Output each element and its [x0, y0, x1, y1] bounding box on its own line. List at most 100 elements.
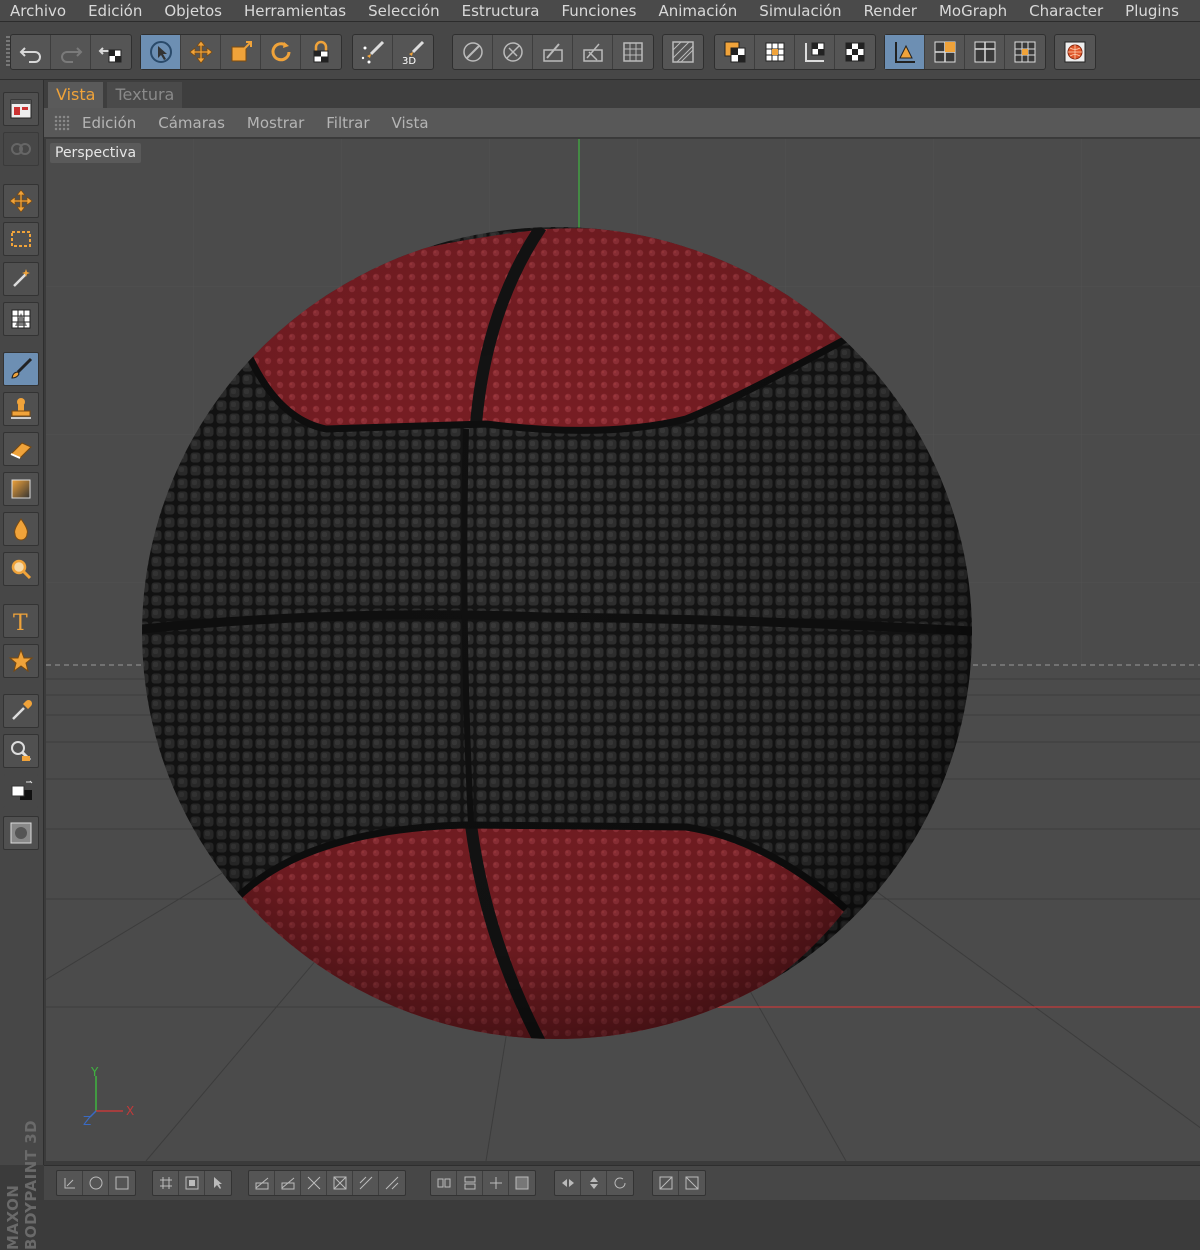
vp-menu-filtrar[interactable]: Filtrar: [326, 114, 369, 132]
flip-h-icon: [561, 1179, 574, 1187]
bottom-tool-3[interactable]: [109, 1171, 135, 1195]
magnifier-button[interactable]: [3, 734, 39, 768]
uv-4-button[interactable]: [573, 35, 613, 69]
eraser-button[interactable]: [3, 432, 39, 466]
move-tool-button[interactable]: [3, 184, 39, 218]
bottom-tool-12[interactable]: [379, 1171, 405, 1195]
bottom-tool-7[interactable]: [249, 1171, 275, 1195]
grid-4-button[interactable]: [925, 35, 965, 69]
undo-icon: [19, 47, 41, 63]
mode-4-button[interactable]: [835, 35, 875, 69]
mode-1-button[interactable]: [715, 35, 755, 69]
menu-item-archivo[interactable]: Archivo: [0, 1, 77, 21]
menu-item-herramientas[interactable]: Herramientas: [233, 1, 357, 21]
menu-item-edicion[interactable]: Edición: [77, 1, 153, 21]
uv-1-button[interactable]: [453, 35, 493, 69]
bottom-tool-9[interactable]: [301, 1171, 327, 1195]
smudge-button[interactable]: [3, 512, 39, 546]
mesh-button[interactable]: [663, 35, 703, 69]
projection-button[interactable]: [885, 35, 925, 69]
live-select-button[interactable]: [141, 35, 181, 69]
mode-3-button[interactable]: [795, 35, 835, 69]
bottom-tool-16[interactable]: [509, 1171, 535, 1195]
mode-2-button[interactable]: [755, 35, 795, 69]
menu-item-animacion[interactable]: Animación: [647, 1, 748, 21]
panel-grip-icon[interactable]: [54, 114, 70, 131]
vp-menu-vista[interactable]: Vista: [392, 114, 429, 132]
bottom-tool-5[interactable]: [179, 1171, 205, 1195]
transform-tool-button[interactable]: [3, 302, 39, 336]
layout-button[interactable]: [3, 92, 39, 126]
menu-item-mograph[interactable]: MoGraph: [928, 1, 1018, 21]
zoom-button[interactable]: [3, 552, 39, 586]
mode-2-icon: [765, 42, 784, 62]
magnifier-icon: [11, 741, 32, 762]
vp-menu-camaras[interactable]: Cámaras: [158, 114, 225, 132]
bottom-tool-8[interactable]: [275, 1171, 301, 1195]
layers-button[interactable]: [3, 132, 39, 166]
eyedropper-button[interactable]: [3, 694, 39, 728]
viewport-camera-label[interactable]: Perspectiva: [50, 143, 142, 163]
vp-menu-mostrar[interactable]: Mostrar: [247, 114, 304, 132]
star-button[interactable]: [3, 644, 39, 678]
grid-split-button[interactable]: [965, 35, 1005, 69]
menu-item-funciones[interactable]: Funciones: [550, 1, 647, 21]
paint-3d-button[interactable]: 3D: [393, 35, 433, 69]
bottom-tool-2[interactable]: [83, 1171, 109, 1195]
bottom-tool-11[interactable]: [353, 1171, 379, 1195]
paint-3d-icon: 3D: [402, 40, 425, 66]
uv-grid-button[interactable]: [613, 35, 653, 69]
menu-item-seleccion[interactable]: Selección: [357, 1, 451, 21]
grid-multi-button[interactable]: [1005, 35, 1045, 69]
move-button[interactable]: [181, 35, 221, 69]
menu-item-character[interactable]: Character: [1018, 1, 1114, 21]
lock-button[interactable]: [301, 35, 341, 69]
undo-view-button[interactable]: [91, 35, 131, 69]
brush-button[interactable]: [3, 352, 39, 386]
bottom-tool-1[interactable]: [57, 1171, 83, 1195]
bottom-tool-18[interactable]: [581, 1171, 607, 1195]
bottom-tool-4[interactable]: [153, 1171, 179, 1195]
3d-viewport[interactable]: Y X Z Perspectiva: [46, 139, 1200, 1161]
brush-icon: [11, 357, 33, 379]
bottom-tool-13[interactable]: [431, 1171, 457, 1195]
menu-item-simulacion[interactable]: Simulación: [748, 1, 852, 21]
bottom-tool-15[interactable]: [483, 1171, 509, 1195]
rect-select-button[interactable]: [3, 222, 39, 256]
bottom-tool-19[interactable]: [607, 1171, 633, 1195]
uv-2-button[interactable]: [493, 35, 533, 69]
bottom-tool-20[interactable]: [653, 1171, 679, 1195]
render-button[interactable]: [1055, 35, 1095, 69]
undo-button[interactable]: [11, 35, 51, 69]
bottom-tool-17[interactable]: [555, 1171, 581, 1195]
bottom-group-5: [554, 1170, 634, 1196]
menu-item-plugins[interactable]: Plugins: [1114, 1, 1190, 21]
tab-vista[interactable]: Vista: [48, 82, 104, 108]
bottom-tool-10[interactable]: [327, 1171, 353, 1195]
uv-3-icon: [542, 43, 563, 62]
redo-button[interactable]: [51, 35, 91, 69]
menu-item-render[interactable]: Render: [853, 1, 928, 21]
fill-icon: [515, 1176, 529, 1190]
tab-textura[interactable]: Textura: [107, 82, 183, 108]
rotate-button[interactable]: [261, 35, 301, 69]
bottom-tool-14[interactable]: [457, 1171, 483, 1195]
gradient-button[interactable]: [3, 472, 39, 506]
paint-setup-button[interactable]: [353, 35, 393, 69]
menu-item-estructura[interactable]: Estructura: [451, 1, 551, 21]
scale-button[interactable]: [221, 35, 261, 69]
stamp-button[interactable]: [3, 392, 39, 426]
transform-group: [140, 34, 342, 70]
magic-wand-button[interactable]: [3, 262, 39, 296]
bottom-tool-21[interactable]: [679, 1171, 705, 1195]
color-swatch-button[interactable]: [3, 774, 39, 808]
menu-item-objetos[interactable]: Objetos: [153, 1, 233, 21]
text-button[interactable]: T: [3, 604, 39, 638]
mirror-a-icon: [659, 1176, 672, 1190]
vp-menu-edicion[interactable]: Edición: [82, 114, 136, 132]
mask-button[interactable]: [3, 816, 39, 850]
uv-3-button[interactable]: [533, 35, 573, 69]
grid-split-icon: [974, 41, 995, 63]
uv-f-icon: [385, 1176, 399, 1190]
bottom-tool-6[interactable]: [205, 1171, 231, 1195]
